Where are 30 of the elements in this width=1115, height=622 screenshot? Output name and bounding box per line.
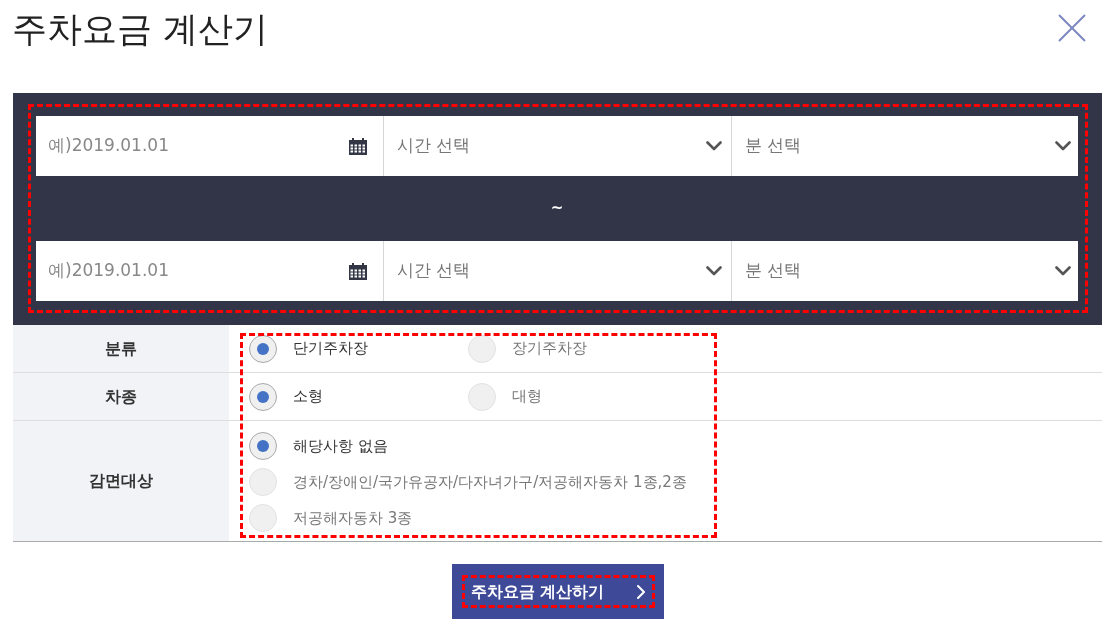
row-label: 분류 xyxy=(13,325,229,372)
chevron-down-icon xyxy=(1055,266,1071,276)
radio-button[interactable] xyxy=(249,382,277,411)
calculate-button[interactable]: 주차요금 계산하기 xyxy=(451,564,664,619)
minute-select[interactable]: 분 선택 xyxy=(731,241,1078,301)
calendar-icon xyxy=(349,137,367,155)
row-label: 차종 xyxy=(13,373,229,420)
range-separator: ~ xyxy=(550,198,564,220)
row-label: 감면대상 xyxy=(13,421,229,541)
option-label[interactable]: 경차/장애인/국가유공자/다자녀가구/저공해자동차 1종,2종 xyxy=(293,470,687,494)
hour-select[interactable]: 시간 선택 xyxy=(383,241,731,301)
chevron-down-icon xyxy=(1055,141,1071,151)
option-label[interactable]: 대형 xyxy=(512,385,542,408)
radio-button[interactable] xyxy=(249,334,277,363)
date-field[interactable]: 예)2019.01.01 xyxy=(36,116,383,176)
option-label[interactable]: 소형 xyxy=(293,385,323,408)
hour-select[interactable]: 시간 선택 xyxy=(383,116,731,176)
option-label[interactable]: 저공해자동차 3종 xyxy=(293,506,413,530)
dialog-title: 주차요금 계산기 xyxy=(12,8,269,51)
date-field[interactable]: 예)2019.01.01 xyxy=(36,241,383,301)
option-label[interactable]: 장기주차장 xyxy=(512,337,587,360)
calendar-icon xyxy=(349,262,367,280)
option-label[interactable]: 단기주차장 xyxy=(293,337,368,360)
chevron-down-icon xyxy=(706,141,722,151)
chevron-down-icon xyxy=(706,266,722,276)
chevron-right-icon xyxy=(636,584,645,599)
radio-button[interactable] xyxy=(249,432,277,460)
option-label[interactable]: 해당사항 없음 xyxy=(293,434,388,458)
minute-select[interactable]: 분 선택 xyxy=(731,116,1078,176)
close-icon[interactable] xyxy=(1058,14,1086,42)
